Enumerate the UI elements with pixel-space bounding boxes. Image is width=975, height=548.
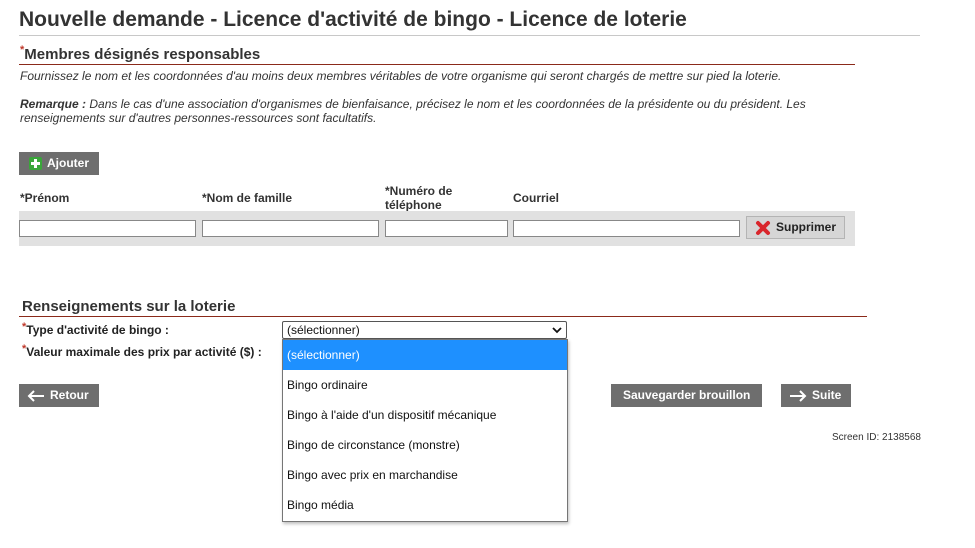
option-bingo-marchandise[interactable]: Bingo avec prix en marchandise	[283, 460, 567, 490]
required-mark: *	[22, 343, 27, 355]
close-icon	[756, 220, 770, 235]
next-button[interactable]: Suite	[781, 384, 852, 407]
members-instruction: Fournissez le nom et les coordonnées d'a…	[20, 69, 782, 83]
lottery-divider	[19, 316, 867, 317]
add-member-button[interactable]: Ajouter	[19, 152, 99, 175]
back-button[interactable]: Retour	[19, 384, 99, 407]
email-input[interactable]	[513, 220, 740, 237]
next-label: Suite	[812, 388, 842, 402]
page-title: Nouvelle demande - Licence d'activité de…	[19, 8, 687, 31]
delete-member-button[interactable]: Supprimer	[746, 216, 846, 239]
remark-text: Dans le cas d'une association d'organism…	[20, 97, 806, 125]
arrow-right-icon	[790, 389, 807, 402]
column-first-name: *Prénom	[20, 191, 70, 205]
phone-input[interactable]	[385, 220, 508, 237]
members-remark: Remarque : Dans le cas d'une association…	[20, 97, 860, 125]
arrow-left-icon	[27, 389, 44, 402]
add-member-label: Ajouter	[47, 156, 89, 170]
required-mark: *	[22, 321, 27, 333]
title-divider	[19, 35, 920, 36]
last-name-input[interactable]	[202, 220, 379, 237]
column-phone: *Numéro de téléphone	[385, 184, 453, 212]
column-email: Courriel	[513, 191, 560, 205]
required-mark: *	[20, 44, 25, 56]
plus-icon	[29, 157, 42, 170]
members-heading-text: Membres désignés responsables	[24, 46, 261, 63]
screen-id: Screen ID: 2138568	[832, 432, 921, 443]
save-draft-label: Sauvegarder brouillon	[623, 388, 751, 402]
first-name-input[interactable]	[19, 220, 196, 237]
bingo-type-value: (sélectionner)	[287, 323, 360, 337]
max-prize-label: *Valeur maximale des prix par activité (…	[22, 343, 262, 359]
option-bingo-ordinaire[interactable]: Bingo ordinaire	[283, 370, 567, 400]
option-select[interactable]: (sélectionner)	[283, 340, 567, 370]
option-bingo-circonstance[interactable]: Bingo de circonstance (monstre)	[283, 430, 567, 460]
back-label: Retour	[50, 388, 89, 402]
members-heading: *Membres désignés responsables	[20, 44, 261, 63]
delete-member-label: Supprimer	[776, 220, 837, 234]
lottery-heading: Renseignements sur la loterie	[22, 298, 236, 315]
bingo-type-select[interactable]: (sélectionner)	[282, 321, 567, 339]
members-divider	[19, 64, 855, 65]
save-draft-button[interactable]: Sauvegarder brouillon	[611, 384, 763, 407]
remark-label: Remarque :	[20, 97, 87, 111]
bingo-type-label: *Type d'activité de bingo :	[22, 321, 169, 337]
column-last-name: *Nom de famille	[202, 191, 293, 205]
bingo-type-dropdown: (sélectionner) Bingo ordinaire Bingo à l…	[282, 339, 568, 522]
option-bingo-media[interactable]: Bingo média	[283, 490, 567, 520]
option-bingo-mecanique[interactable]: Bingo à l'aide d'un dispositif mécanique	[283, 400, 567, 430]
